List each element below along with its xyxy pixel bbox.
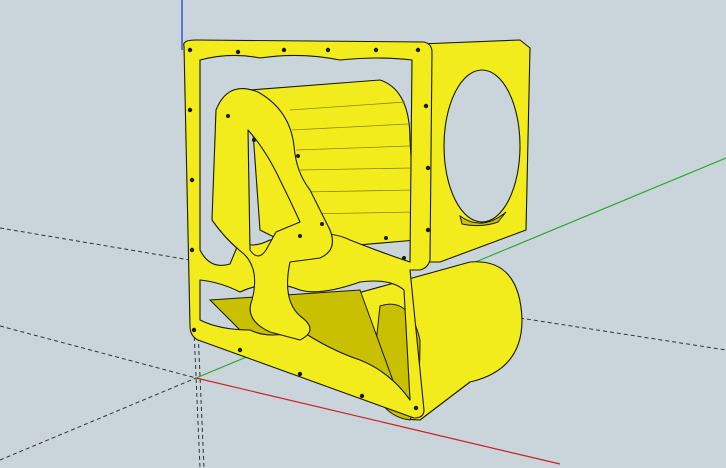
blue-axis-hidden-lower — [193, 329, 201, 468]
circular-hole[interactable] — [443, 69, 521, 223]
axis-dashed-left — [0, 227, 191, 261]
axis-dashed-right — [519, 317, 726, 351]
green-axis-hidden — [0, 377, 197, 461]
3d-viewport[interactable] — [0, 0, 726, 468]
blue-axis-hidden-lower-2 — [197, 329, 205, 468]
model-scene[interactable] — [0, 0, 726, 468]
yellow-bracket-model[interactable] — [183, 39, 531, 421]
red-axis-hidden — [0, 325, 197, 379]
